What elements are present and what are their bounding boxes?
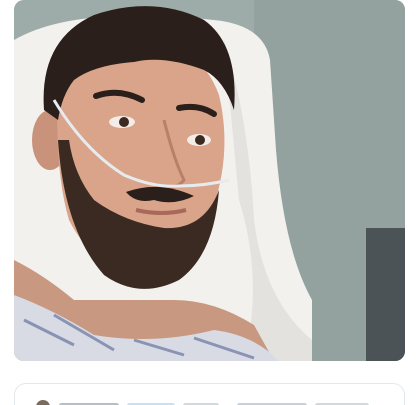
quoted-post-preview[interactable] — [14, 383, 405, 405]
furniture — [366, 228, 405, 361]
post-photo[interactable] — [14, 0, 405, 361]
photo-illustration — [14, 0, 405, 361]
avatar-icon — [36, 400, 50, 405]
left-pupil — [119, 117, 129, 127]
page — [0, 0, 419, 405]
right-pupil — [195, 135, 205, 145]
